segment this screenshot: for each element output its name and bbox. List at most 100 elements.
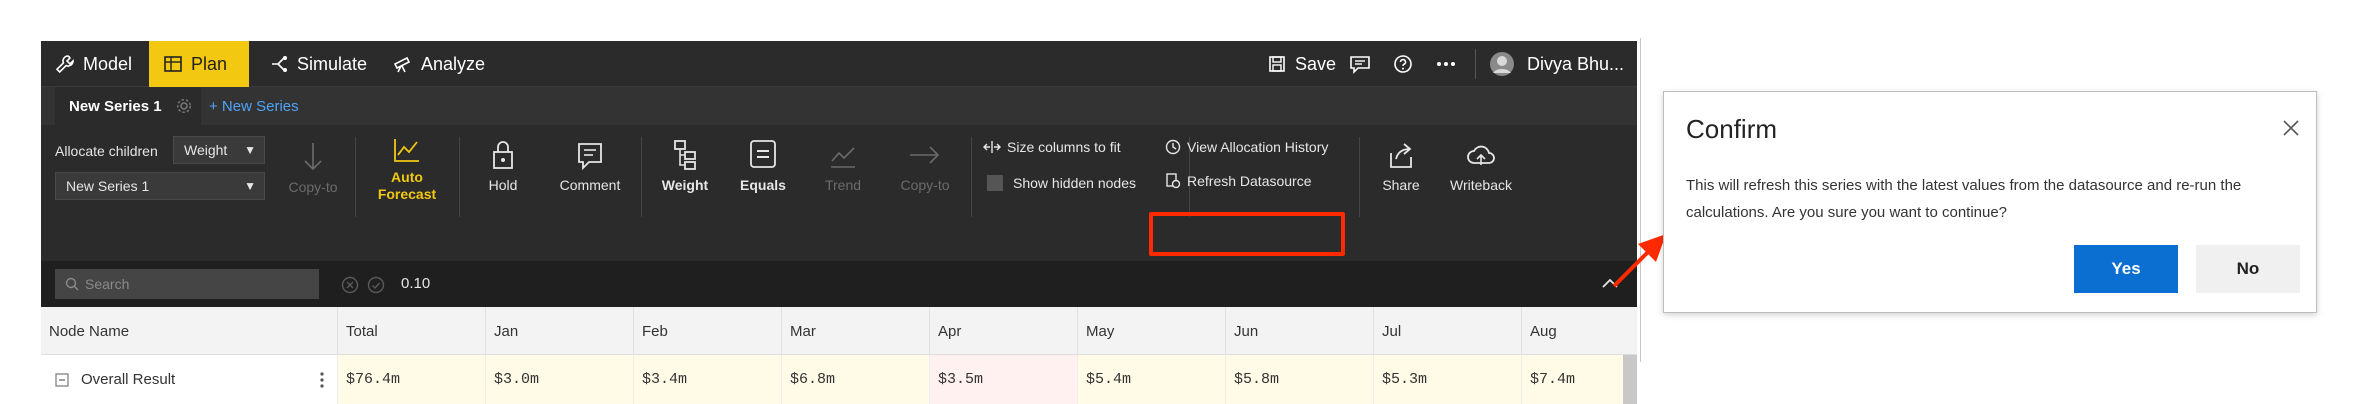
grid-header: Node Name Total Jan Feb Mar Apr May Jun … (41, 307, 1637, 355)
data-grid: Node Name Total Jan Feb Mar Apr May Jun … (41, 307, 1637, 404)
size-columns-icon (983, 141, 1001, 153)
refresh-datasource-button[interactable]: Refresh Datasource (1165, 173, 1312, 189)
search-input[interactable]: Search (55, 269, 319, 299)
more-button[interactable] (1435, 41, 1465, 87)
cell-jun[interactable]: $5.8m (1225, 355, 1373, 404)
weight-button[interactable]: Weight (653, 139, 717, 193)
cell-jan[interactable]: $3.0m (485, 355, 633, 404)
hold-button[interactable]: Hold (471, 139, 535, 193)
search-placeholder: Search (85, 276, 130, 292)
nav-plan[interactable]: Plan (149, 41, 249, 87)
help-button[interactable] (1393, 41, 1421, 87)
equals-label: Equals (740, 177, 786, 193)
no-button[interactable]: No (2196, 245, 2300, 293)
col-header-jul[interactable]: Jul (1373, 307, 1521, 355)
series-tab-bar: New Series 1 + New Series (41, 87, 1637, 125)
ribbon-separator (1359, 137, 1360, 217)
cell-aug[interactable]: $7.4m (1521, 355, 1623, 404)
cell-feb[interactable]: $3.4m (633, 355, 781, 404)
gear-icon[interactable] (176, 98, 192, 114)
comment-label: Comment (559, 177, 621, 193)
hierarchy-icon (674, 140, 696, 170)
plan-app: Model Plan Simulate Analyze Save Divya B… (41, 41, 1637, 404)
row-menu-icon[interactable] (319, 371, 325, 389)
auto-forecast-button[interactable]: Auto Forecast (367, 137, 447, 203)
nav-plan-label: Plan (191, 53, 228, 74)
auto-forecast-label: Auto Forecast (377, 169, 437, 202)
comment-icon (578, 143, 602, 171)
writeback-button[interactable]: Writeback (1439, 141, 1523, 193)
nav-model[interactable]: Model (55, 41, 132, 87)
user-name: Divya Bhu... (1527, 53, 1625, 74)
share-icon (1390, 143, 1412, 168)
checkbox-box[interactable] (987, 175, 1003, 191)
cell-apr[interactable]: $3.5m (929, 355, 1077, 404)
help-icon (1394, 55, 1412, 73)
equals-icon (750, 140, 776, 168)
cell-may[interactable]: $5.4m (1077, 355, 1225, 404)
collapse-icon[interactable] (55, 372, 69, 387)
col-header-node-name[interactable]: Node Name (41, 307, 337, 355)
tab-label: New Series 1 (69, 97, 162, 115)
telescope-icon (393, 56, 411, 73)
arrow-down-icon (304, 143, 322, 171)
comment-button[interactable]: Comment (553, 141, 627, 193)
show-hidden-checkbox[interactable]: Show hidden nodes (987, 175, 1136, 191)
copy-to-label-1: Copy-to (288, 179, 338, 195)
history-icon (1165, 139, 1181, 155)
confirm-icon[interactable] (367, 276, 385, 294)
equals-button[interactable]: Equals (731, 139, 795, 193)
dialog-message: This will refresh this series with the l… (1686, 177, 2242, 221)
trend-button[interactable]: Trend (811, 141, 875, 193)
weight-label: Weight (661, 177, 709, 193)
row-node-name: Overall Result (81, 371, 176, 388)
table-icon (164, 56, 182, 72)
col-header-total[interactable]: Total (337, 307, 485, 355)
nav-analyze[interactable]: Analyze (393, 41, 485, 87)
size-columns-button[interactable]: Size columns to fit (983, 139, 1121, 155)
cell-mar[interactable]: $6.8m (781, 355, 929, 404)
col-header-mar[interactable]: Mar (781, 307, 929, 355)
col-header-feb[interactable]: Feb (633, 307, 781, 355)
allocate-children-text: Allocate children (55, 143, 158, 159)
allocation-method-select[interactable]: Weight ▼ (173, 136, 265, 164)
cell-total[interactable]: $76.4m (337, 355, 485, 404)
more-icon (1437, 62, 1455, 66)
dialog-title: Confirm (1686, 114, 1778, 144)
user-menu[interactable]: Divya Bhu... (1489, 41, 1624, 87)
copy-to-button-1[interactable]: Copy-to (281, 141, 345, 195)
trend-label: Trend (824, 177, 862, 193)
formula-value[interactable]: 0.10 (401, 275, 430, 292)
nav-simulate-label: Simulate (297, 53, 368, 74)
save-label: Save (1295, 53, 1337, 74)
cancel-icon[interactable] (341, 276, 359, 294)
ribbon-separator (355, 137, 356, 217)
tab-new-series-1[interactable]: New Series 1 (55, 87, 201, 125)
share-button[interactable]: Share (1371, 141, 1431, 193)
view-allocation-history-button[interactable]: View Allocation History (1165, 139, 1328, 155)
ribbon-toolbar: Allocate children Weight ▼ New Series 1 … (41, 125, 1637, 261)
vertical-scrollbar[interactable] (1623, 355, 1637, 404)
close-icon[interactable] (2281, 118, 2301, 138)
refresh-datasource-label: Refresh Datasource (1187, 173, 1312, 189)
feedback-button[interactable] (1349, 41, 1379, 87)
lock-icon (493, 141, 513, 169)
col-header-aug[interactable]: Aug (1521, 307, 1637, 355)
save-button[interactable]: Save (1267, 41, 1336, 87)
yes-button[interactable]: Yes (2074, 245, 2178, 293)
cell-jul[interactable]: $5.3m (1373, 355, 1521, 404)
col-header-may[interactable]: May (1077, 307, 1225, 355)
copy-to-button-2[interactable]: Copy-to (893, 141, 957, 193)
add-series-button[interactable]: + New Series (209, 87, 299, 125)
copy-to-label-2: Copy-to (900, 177, 950, 193)
refresh-datasource-highlight (1149, 212, 1345, 256)
series-select[interactable]: New Series 1 ▼ (55, 172, 265, 200)
table-row[interactable]: Overall Result $76.4m $3.0m $3.4m $6.8m … (41, 355, 1637, 404)
col-header-jan[interactable]: Jan (485, 307, 633, 355)
col-header-jun[interactable]: Jun (1225, 307, 1373, 355)
col-header-apr[interactable]: Apr (929, 307, 1077, 355)
share-label: Share (1382, 177, 1420, 193)
refresh-datasource-icon (1166, 173, 1181, 189)
nav-simulate[interactable]: Simulate (269, 41, 367, 87)
cloud-upload-icon (1467, 145, 1495, 165)
